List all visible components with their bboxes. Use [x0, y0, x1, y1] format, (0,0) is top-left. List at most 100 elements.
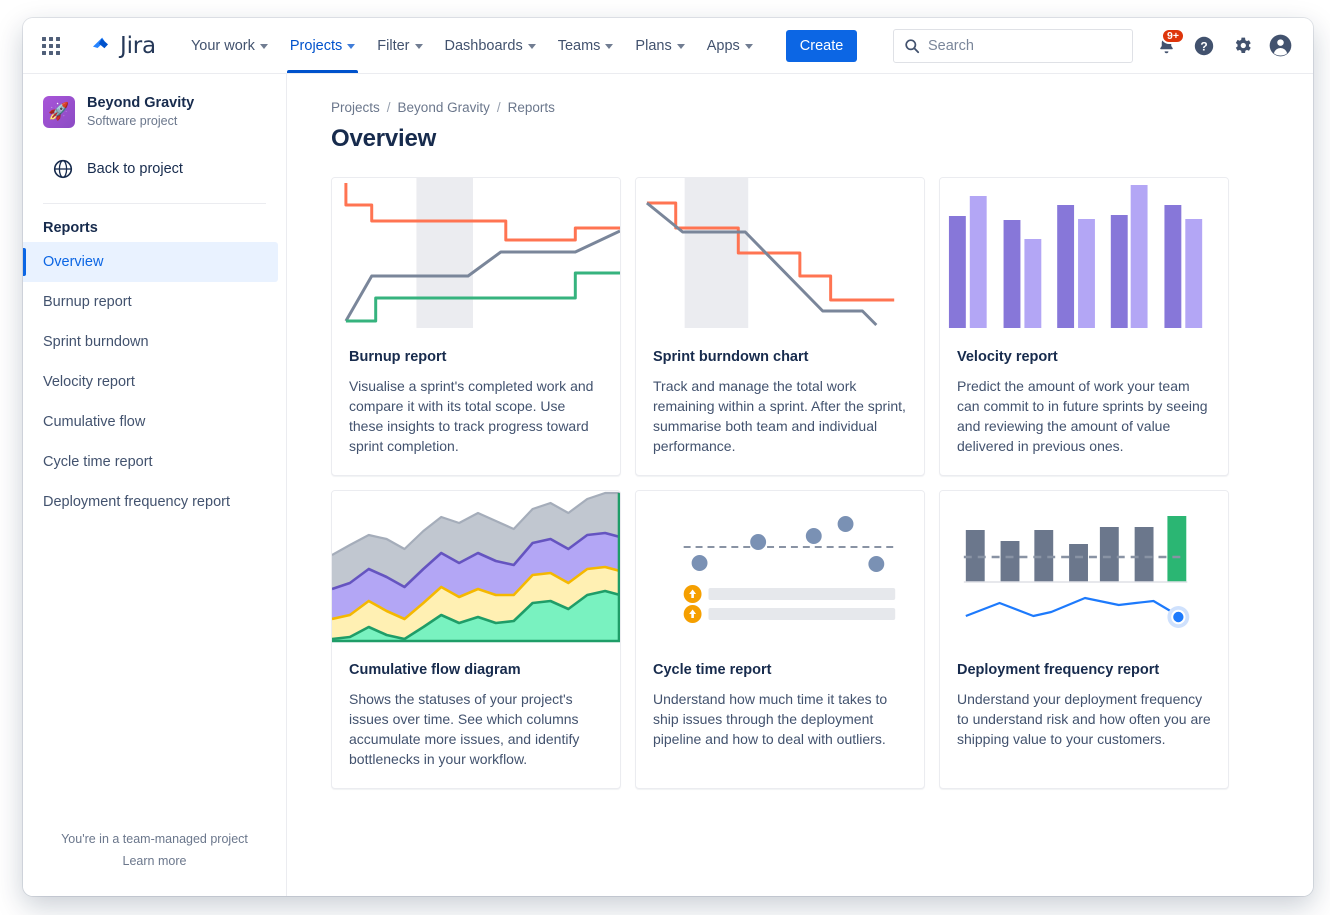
report-card-burnup-report[interactable]: Burnup report Visualise a sprint's compl… — [331, 177, 621, 476]
card-description: Predict the amount of work your team can… — [957, 376, 1211, 456]
sparkline-endpoint-marker — [1172, 611, 1184, 623]
card-body: Deployment frequency report Understand y… — [940, 648, 1228, 768]
bar-commitment-3 — [1057, 205, 1074, 328]
card-title: Sprint burndown chart — [653, 349, 907, 365]
sidebar-item-burnup-report[interactable]: Burnup report — [23, 282, 278, 322]
create-button[interactable]: Create — [786, 30, 858, 62]
breadcrumb-item-beyond-gravity[interactable]: Beyond Gravity — [398, 100, 490, 115]
notifications-button[interactable]: 9+ — [1149, 29, 1183, 63]
scatter-point — [750, 534, 766, 550]
page-title: Overview — [331, 125, 1273, 153]
nav-item-your-work[interactable]: Your work — [180, 18, 279, 73]
bar-commitment-4 — [1111, 215, 1128, 328]
sidebar-item-deployment-frequency-report[interactable]: Deployment frequency report — [23, 482, 278, 522]
team-managed-note: You're in a team-managed project — [23, 828, 286, 850]
sidebar-item-cycle-time-report[interactable]: Cycle time report — [23, 442, 278, 482]
cycle-time-svg — [636, 491, 924, 648]
card-description: Visualise a sprint's completed work and … — [349, 376, 603, 456]
primary-nav-items: Your work Projects Filter Dashboards Tea… — [180, 18, 764, 73]
user-avatar-icon — [1268, 33, 1293, 58]
bar-commitment-2 — [1004, 220, 1021, 328]
burndown-chart-thumbnail — [636, 178, 924, 335]
sidebar-section-title-reports: Reports — [23, 204, 286, 242]
project-header[interactable]: 🚀 Beyond Gravity Software project — [23, 88, 286, 133]
burndown-chart-svg — [636, 178, 924, 335]
bar-completed-4 — [1131, 185, 1148, 328]
card-description: Shows the statuses of your project's iss… — [349, 689, 603, 769]
nav-label: Dashboards — [445, 38, 523, 54]
burnup-chart-thumbnail — [332, 178, 620, 335]
top-navigation-bar: Jira Your work Projects Filter Dashboard… — [23, 18, 1313, 74]
nav-item-projects[interactable]: Projects — [279, 18, 366, 73]
sidebar-item-overview[interactable]: Overview — [23, 242, 278, 282]
jira-home-link[interactable]: Jira — [83, 29, 162, 63]
sidebar-item-label: Cumulative flow — [43, 414, 145, 430]
deployment-frequency-svg — [940, 491, 1228, 648]
report-card-velocity-report[interactable]: Velocity report Predict the amount of wo… — [939, 177, 1229, 476]
grid-apps-icon — [42, 37, 60, 55]
bar-completed-2 — [1024, 239, 1041, 328]
nav-item-teams[interactable]: Teams — [547, 18, 625, 73]
bar-completed-3 — [1078, 219, 1095, 328]
nav-item-dashboards[interactable]: Dashboards — [434, 18, 547, 73]
card-description: Understand your deployment frequency to … — [957, 689, 1211, 749]
bar-7-highlight — [1167, 516, 1186, 582]
sidebar-item-label: Overview — [43, 254, 103, 270]
report-card-cumulative-flow-diagram[interactable]: Cumulative flow diagram Shows the status… — [331, 490, 621, 789]
chevron-down-icon — [528, 44, 536, 49]
placeholder-row-2 — [684, 605, 896, 623]
search-box[interactable] — [893, 29, 1133, 63]
help-button[interactable]: ? — [1187, 29, 1221, 63]
bar-commitment-1 — [949, 216, 966, 328]
project-type: Software project — [87, 113, 194, 129]
learn-more-link[interactable]: Learn more — [23, 850, 286, 872]
scatter-point — [692, 555, 708, 571]
chevron-down-icon — [677, 44, 685, 49]
jira-logo-text: Jira — [120, 33, 156, 59]
globe-icon — [53, 159, 73, 179]
search-input[interactable] — [928, 38, 1122, 54]
deployment-bars — [966, 516, 1186, 582]
series-scope-line — [346, 183, 620, 240]
main-content: Projects / Beyond Gravity / Reports Over… — [287, 74, 1313, 896]
sidebar-item-velocity-report[interactable]: Velocity report — [23, 362, 278, 402]
scatter-point — [868, 556, 884, 572]
project-name: Beyond Gravity — [87, 94, 194, 112]
card-description: Track and manage the total work remainin… — [653, 376, 907, 456]
chevron-down-icon — [260, 44, 268, 49]
gear-icon — [1232, 35, 1253, 56]
settings-button[interactable] — [1225, 29, 1259, 63]
cumulative-flow-thumbnail — [332, 491, 620, 648]
breadcrumb-item-reports[interactable]: Reports — [508, 100, 555, 115]
deployment-frequency-thumbnail — [940, 491, 1228, 648]
velocity-chart-thumbnail — [940, 178, 1228, 335]
bar-completed-5 — [1185, 219, 1202, 328]
velocity-chart-svg — [940, 178, 1228, 335]
burnup-chart-svg — [332, 178, 620, 335]
report-card-sprint-burndown-chart[interactable]: Sprint burndown chart Track and manage t… — [635, 177, 925, 476]
back-to-project-link[interactable]: Back to project — [31, 151, 278, 187]
report-card-cycle-time-report[interactable]: Cycle time report Understand how much ti… — [635, 490, 925, 789]
report-card-deployment-frequency-report[interactable]: Deployment frequency report Understand y… — [939, 490, 1229, 789]
nav-label: Plans — [635, 38, 671, 54]
nav-item-filter[interactable]: Filter — [366, 18, 433, 73]
cumulative-flow-svg — [332, 491, 620, 648]
sprint-highlight-band — [416, 178, 473, 328]
nav-item-apps[interactable]: Apps — [696, 18, 764, 73]
nav-item-plans[interactable]: Plans — [624, 18, 695, 73]
profile-avatar-button[interactable] — [1263, 29, 1297, 63]
back-to-project-label: Back to project — [87, 161, 183, 177]
bar-5 — [1100, 527, 1119, 582]
series-remaining-line — [647, 203, 894, 300]
sidebar-item-cumulative-flow[interactable]: Cumulative flow — [23, 402, 278, 442]
scatter-point — [806, 528, 822, 544]
series-completed-line — [346, 273, 620, 321]
sidebar-item-label: Deployment frequency report — [43, 494, 230, 510]
sidebar-item-sprint-burndown[interactable]: Sprint burndown — [23, 322, 278, 362]
app-switcher-button[interactable] — [35, 30, 67, 62]
chevron-down-icon — [745, 44, 753, 49]
sidebar-item-label: Sprint burndown — [43, 334, 149, 350]
breadcrumb-item-projects[interactable]: Projects — [331, 100, 380, 115]
placeholder-bar — [708, 588, 895, 600]
jira-logo-icon — [89, 34, 113, 58]
